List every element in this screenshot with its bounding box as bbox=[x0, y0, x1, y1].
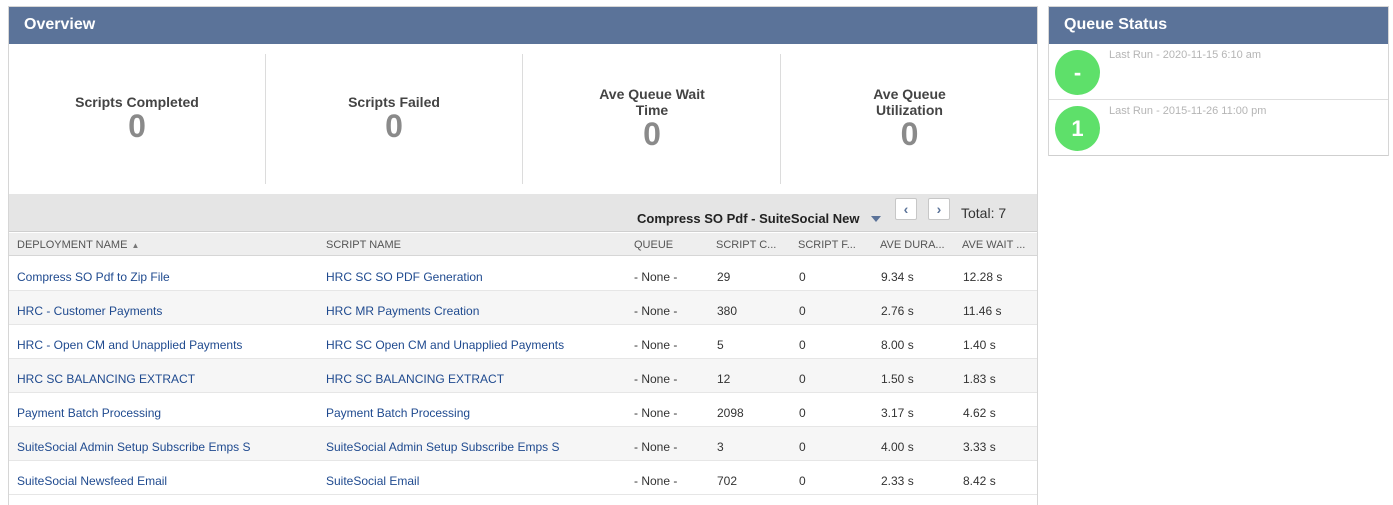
stat-label: Ave Queue Wait bbox=[599, 86, 705, 102]
queue-cell: - None - bbox=[634, 372, 678, 386]
table-row: HRC - Customer Payments HRC MR Payments C… bbox=[9, 291, 1037, 325]
script-name-link[interactable]: HRC MR Payments Creation bbox=[326, 304, 626, 318]
deployment-name-link[interactable]: Compress SO Pdf to Zip File bbox=[17, 270, 317, 284]
last-run-text: Last Run - 2020-11-15 6:10 am bbox=[1109, 49, 1262, 61]
stat-ave-queue-wait-time: Ave Queue Wait Time 0 bbox=[524, 54, 781, 184]
ave-duration-cell: 4.00 s bbox=[881, 440, 914, 454]
script-name-link[interactable]: HRC SC Open CM and Unapplied Payments bbox=[326, 338, 626, 352]
deployment-table-body: Compress SO Pdf to Zip File HRC SC SO PDF… bbox=[9, 257, 1037, 495]
queue-status-title: Queue Status bbox=[1049, 7, 1388, 44]
next-page-button[interactable]: › bbox=[928, 198, 950, 220]
scripts-failed-cell: 0 bbox=[799, 338, 806, 352]
chevron-down-icon[interactable] bbox=[871, 216, 881, 222]
column-header-script-name[interactable]: SCRIPT NAME bbox=[326, 239, 626, 251]
ave-duration-cell: 8.00 s bbox=[881, 338, 914, 352]
queue-cell: - None - bbox=[634, 270, 678, 284]
scripts-completed-cell: 2098 bbox=[717, 406, 744, 420]
ave-wait-cell: 1.40 s bbox=[963, 338, 996, 352]
ave-wait-cell: 1.83 s bbox=[963, 372, 996, 386]
scripts-completed-cell: 29 bbox=[717, 270, 731, 284]
ave-wait-cell: 4.62 s bbox=[963, 406, 996, 420]
column-header-ave-duration[interactable]: AVE DURA... bbox=[880, 239, 956, 251]
overview-panel: Overview Scripts Completed 0 Scripts Fai… bbox=[8, 6, 1038, 505]
stat-ave-queue-utilization: Ave Queue Utilization 0 bbox=[781, 54, 1038, 184]
script-name-link[interactable]: HRC SC BALANCING EXTRACT bbox=[326, 372, 626, 386]
scripts-failed-cell: 0 bbox=[799, 406, 806, 420]
ave-wait-cell: 11.46 s bbox=[963, 304, 1002, 318]
deployment-filter-select[interactable]: Compress SO Pdf - SuiteSocial New bbox=[637, 211, 860, 226]
column-header-deployment-name[interactable]: DEPLOYMENT NAME ▲ bbox=[17, 239, 317, 251]
queue-item[interactable]: 1 Last Run - 2015-11-26 11:00 pm bbox=[1049, 100, 1388, 156]
chevron-right-icon: › bbox=[936, 201, 942, 217]
stat-scripts-completed: Scripts Completed 0 bbox=[9, 54, 266, 184]
scripts-completed-cell: 12 bbox=[717, 372, 731, 386]
overview-title: Overview bbox=[9, 7, 1037, 44]
table-row: HRC - Open CM and Unapplied Payments HRC … bbox=[9, 325, 1037, 359]
scripts-failed-cell: 0 bbox=[799, 304, 806, 318]
queue-cell: - None - bbox=[634, 406, 678, 420]
column-header-label: DEPLOYMENT NAME bbox=[17, 239, 128, 251]
script-name-link[interactable]: Payment Batch Processing bbox=[326, 406, 626, 420]
stats-row: Scripts Completed 0 Scripts Failed 0 Ave… bbox=[9, 44, 1037, 194]
table-row: Compress SO Pdf to Zip File HRC SC SO PDF… bbox=[9, 257, 1037, 291]
scripts-completed-cell: 3 bbox=[717, 440, 724, 454]
scripts-failed-cell: 0 bbox=[799, 372, 806, 386]
stat-label: Ave Queue bbox=[873, 86, 946, 102]
deployment-name-link[interactable]: Payment Batch Processing bbox=[17, 406, 317, 420]
scripts-failed-cell: 0 bbox=[799, 270, 806, 284]
table-row: SuiteSocial Newsfeed Email SuiteSocial Em… bbox=[9, 461, 1037, 495]
sort-ascending-icon: ▲ bbox=[131, 241, 140, 250]
column-header-script-completed[interactable]: SCRIPT C... bbox=[716, 239, 792, 251]
queue-cell: - None - bbox=[634, 474, 678, 488]
table-header: DEPLOYMENT NAME ▲ SCRIPT NAME QUEUE SCRIP… bbox=[9, 233, 1037, 256]
chevron-left-icon: ‹ bbox=[903, 201, 909, 217]
queue-status-badge: - bbox=[1055, 50, 1100, 95]
table-toolbar: Compress SO Pdf - SuiteSocial New ‹ › To… bbox=[9, 194, 1037, 232]
column-header-queue[interactable]: QUEUE bbox=[634, 239, 709, 251]
stat-value: 0 bbox=[385, 108, 403, 144]
deployment-name-link[interactable]: SuiteSocial Admin Setup Subscribe Emps S bbox=[17, 440, 317, 454]
table-row: Payment Batch Processing Payment Batch Pr… bbox=[9, 393, 1037, 427]
deployment-name-link[interactable]: HRC - Open CM and Unapplied Payments bbox=[17, 338, 317, 352]
script-name-link[interactable]: SuiteSocial Email bbox=[326, 474, 626, 488]
deployment-name-link[interactable]: HRC SC BALANCING EXTRACT bbox=[17, 372, 317, 386]
ave-duration-cell: 3.17 s bbox=[881, 406, 914, 420]
ave-duration-cell: 9.34 s bbox=[881, 270, 914, 284]
scripts-completed-cell: 702 bbox=[717, 474, 738, 488]
last-run-text: Last Run - 2015-11-26 11:00 pm bbox=[1109, 105, 1267, 117]
queue-status-badge: 1 bbox=[1055, 106, 1100, 151]
scripts-failed-cell: 0 bbox=[799, 474, 806, 488]
ave-wait-cell: 8.42 s bbox=[963, 474, 996, 488]
deployment-name-link[interactable]: HRC - Customer Payments bbox=[17, 304, 317, 318]
queue-item[interactable]: - Last Run - 2020-11-15 6:10 am bbox=[1049, 44, 1388, 100]
ave-duration-cell: 1.50 s bbox=[881, 372, 914, 386]
column-header-ave-wait[interactable]: AVE WAIT ... bbox=[962, 239, 1034, 251]
table-row: SuiteSocial Admin Setup Subscribe Emps S… bbox=[9, 427, 1037, 461]
ave-duration-cell: 2.33 s bbox=[881, 474, 914, 488]
stat-value: 0 bbox=[643, 116, 661, 152]
table-row: HRC SC BALANCING EXTRACT HRC SC BALANCING… bbox=[9, 359, 1037, 393]
stat-scripts-failed: Scripts Failed 0 bbox=[266, 54, 523, 184]
scripts-completed-cell: 5 bbox=[717, 338, 724, 352]
previous-page-button[interactable]: ‹ bbox=[895, 198, 917, 220]
queue-status-panel: Queue Status - Last Run - 2020-11-15 6:1… bbox=[1048, 6, 1389, 156]
ave-wait-cell: 12.28 s bbox=[963, 270, 1003, 284]
ave-wait-cell: 3.33 s bbox=[963, 440, 996, 454]
scripts-failed-cell: 0 bbox=[799, 440, 806, 454]
stat-value: 0 bbox=[128, 108, 146, 144]
ave-duration-cell: 2.76 s bbox=[881, 304, 914, 318]
script-name-link[interactable]: HRC SC SO PDF Generation bbox=[326, 270, 626, 284]
script-name-link[interactable]: SuiteSocial Admin Setup Subscribe Emps S bbox=[326, 440, 626, 454]
queue-cell: - None - bbox=[634, 440, 678, 454]
column-header-script-failed[interactable]: SCRIPT F... bbox=[798, 239, 874, 251]
total-count: Total: 7 bbox=[961, 205, 1007, 221]
scripts-completed-cell: 380 bbox=[717, 304, 738, 318]
queue-cell: - None - bbox=[634, 338, 678, 352]
stat-value: 0 bbox=[900, 116, 919, 152]
queue-cell: - None - bbox=[634, 304, 678, 318]
deployment-name-link[interactable]: SuiteSocial Newsfeed Email bbox=[17, 474, 317, 488]
